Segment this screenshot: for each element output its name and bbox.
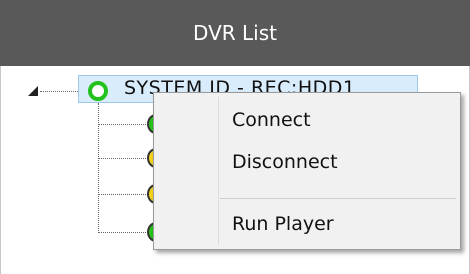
tree-guide-line (98, 232, 148, 233)
menu-separator (220, 198, 456, 199)
collapse-arrow-icon[interactable] (28, 86, 38, 96)
panel-header: DVR List (0, 0, 470, 66)
menu-item-disconnect[interactable]: Disconnect (156, 143, 458, 181)
menu-item-run-player[interactable]: Run Player (156, 205, 458, 243)
status-ring-green-icon (88, 81, 108, 101)
menu-item-connect[interactable]: Connect (156, 101, 458, 139)
tree-guide-line (98, 194, 148, 195)
dvr-list-panel: DVR List SYSTEM ID - REC:HDD1 Connect Di… (0, 0, 470, 274)
tree-guide-line (98, 158, 148, 159)
context-menu: Connect Disconnect Run Player (153, 92, 461, 250)
tree-guide-line (40, 91, 78, 92)
tree-guide-line (98, 103, 99, 233)
tree-guide-line (98, 124, 148, 125)
menu-item-label: Disconnect (232, 151, 338, 173)
menu-item-label: Connect (232, 109, 311, 131)
panel-title: DVR List (193, 21, 277, 45)
menu-item-label: Run Player (232, 213, 334, 235)
